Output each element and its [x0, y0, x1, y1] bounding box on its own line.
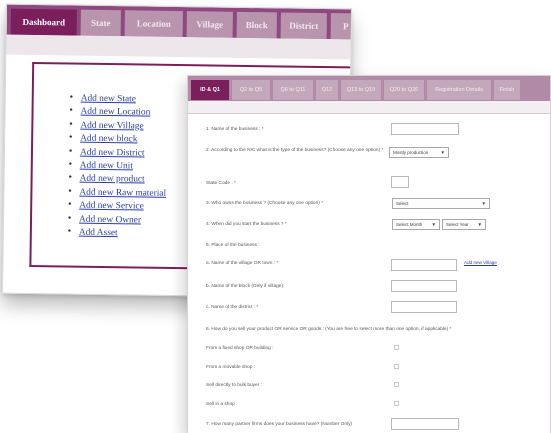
chevron-down-icon: ▼ — [440, 150, 445, 155]
owner-select-value: Select — [396, 201, 409, 206]
tab-registration-details[interactable]: Registration Details — [427, 80, 491, 100]
form-tab-bar: ID & Q1 Q2 to Q5 Q6 to Q11 Q12 Q13 to Q1… — [188, 76, 550, 101]
add-district-link[interactable]: Add new District — [80, 147, 145, 158]
form-header-gap — [188, 101, 550, 113]
add-links-list: Add new State Add new Location Add new V… — [68, 91, 168, 240]
divider — [188, 113, 550, 114]
start-year-value: Select Year — [446, 222, 469, 227]
list-item[interactable]: Add new block — [69, 132, 167, 147]
q5b-label: b. Name of the block (Only if village): — [206, 284, 285, 289]
start-month-select[interactable]: Select Month ▼ — [392, 219, 440, 230]
list-item[interactable]: Add new Owner — [68, 212, 166, 227]
state-code-label: State Code : * — [206, 181, 236, 186]
tab-dashboard[interactable]: Dashboard — [10, 8, 77, 36]
add-new-village-link[interactable]: Add new Village — [464, 260, 497, 265]
tab-finish[interactable]: Finish — [494, 80, 520, 100]
chevron-down-icon: ▼ — [481, 201, 486, 206]
chevron-down-icon: ▼ — [431, 222, 436, 227]
list-item[interactable]: Add new District — [69, 145, 167, 160]
state-code-input[interactable] — [391, 176, 409, 188]
add-product-link[interactable]: Add new product — [80, 174, 145, 185]
list-item[interactable]: Add new State — [70, 91, 168, 106]
q3-label: 3. Who owns the business ? (Choose any o… — [206, 201, 324, 206]
start-month-value: Select Month — [396, 222, 423, 227]
add-raw-material-link[interactable]: Add new Raw material — [79, 187, 166, 198]
tab-q20-q26[interactable]: Q20 to Q26 — [384, 80, 424, 100]
add-asset-link[interactable]: Add Asset — [79, 228, 118, 239]
option-movable-shop-label: From a movable shop : — [206, 365, 256, 370]
tab-q2-q5[interactable]: Q2 to Q5 — [232, 80, 270, 100]
q5a-label: a. Name of the village OR town : * — [206, 261, 279, 266]
add-location-link[interactable]: Add new Location — [80, 107, 150, 118]
list-item[interactable]: Add new Service — [68, 199, 166, 214]
list-item[interactable]: Add new Village — [69, 118, 167, 133]
list-item[interactable]: Add new Unit — [69, 159, 167, 174]
add-service-link[interactable]: Add new Service — [79, 201, 144, 212]
business-type-select[interactable]: Mostly production ▼ — [389, 147, 449, 158]
form-window: ID & Q1 Q2 to Q5 Q6 to Q11 Q12 Q13 to Q1… — [187, 75, 551, 433]
q7-label: 7. How many partner firms does your busi… — [206, 422, 353, 427]
block-input[interactable] — [391, 280, 457, 292]
village-input[interactable] — [391, 259, 457, 271]
chevron-down-icon: ▼ — [477, 222, 482, 227]
start-year-select[interactable]: Select Year ▼ — [442, 219, 486, 230]
dashboard-header-gap — [6, 34, 351, 60]
tab-district[interactable]: District — [280, 12, 327, 40]
tab-q12[interactable]: Q12 — [316, 80, 338, 100]
q5c-label: c. Name of the district : * — [206, 305, 259, 310]
movable-shop-checkbox[interactable] — [394, 364, 399, 369]
fixed-shop-checkbox[interactable] — [394, 345, 399, 350]
district-input[interactable] — [391, 301, 457, 313]
tab-location[interactable]: Location — [124, 10, 183, 38]
option-sell-shop-label: Sell in a shop : — [206, 402, 238, 407]
q1-label: 1. Name of the business : * — [206, 127, 264, 132]
owner-select[interactable]: Select ▼ — [392, 198, 490, 209]
q2-label: 2. According to the NIC what is the type… — [206, 148, 384, 153]
add-unit-link[interactable]: Add new Unit — [80, 161, 133, 172]
bulk-buyer-checkbox[interactable] — [394, 382, 399, 387]
list-item[interactable]: Add new Location — [69, 105, 167, 120]
list-item[interactable]: Add Asset — [68, 226, 166, 241]
q6-label: 6. How do you sell your product OR servi… — [206, 327, 452, 332]
tab-village[interactable]: Village — [186, 11, 233, 38]
list-item[interactable]: Add new product — [69, 172, 167, 187]
add-owner-link[interactable]: Add new Owner — [79, 214, 141, 225]
option-bulk-buyer-label: Sell directly to bulk buyer : — [206, 383, 262, 388]
tab-state[interactable]: State — [80, 9, 121, 37]
partner-firms-input[interactable] — [391, 418, 459, 430]
tab-id-q1[interactable]: ID & Q1 — [191, 80, 229, 100]
q4-label: 4. When did you start the business ? * — [206, 222, 287, 227]
tab-q13-q19[interactable]: Q13 to Q19 — [341, 80, 381, 100]
dashboard-tab-bar: Dashboard State Location Village Block D… — [6, 4, 353, 40]
sell-shop-checkbox[interactable] — [394, 401, 399, 406]
add-state-link[interactable]: Add new State — [81, 94, 136, 105]
option-fixed-shop-label: From a fixed shop OR building : — [206, 346, 274, 351]
tab-q6-q11[interactable]: Q6 to Q11 — [273, 80, 313, 100]
list-item[interactable]: Add new Raw material — [68, 185, 166, 200]
business-name-input[interactable] — [391, 123, 459, 135]
tab-block[interactable]: Block — [236, 11, 277, 39]
q5-label: 5. Place of the business : — [206, 243, 260, 248]
add-block-link[interactable]: Add new block — [80, 134, 137, 145]
tab-more[interactable]: P — [330, 13, 353, 40]
add-village-link[interactable]: Add new Village — [80, 120, 143, 131]
business-type-value: Mostly production — [393, 150, 429, 155]
